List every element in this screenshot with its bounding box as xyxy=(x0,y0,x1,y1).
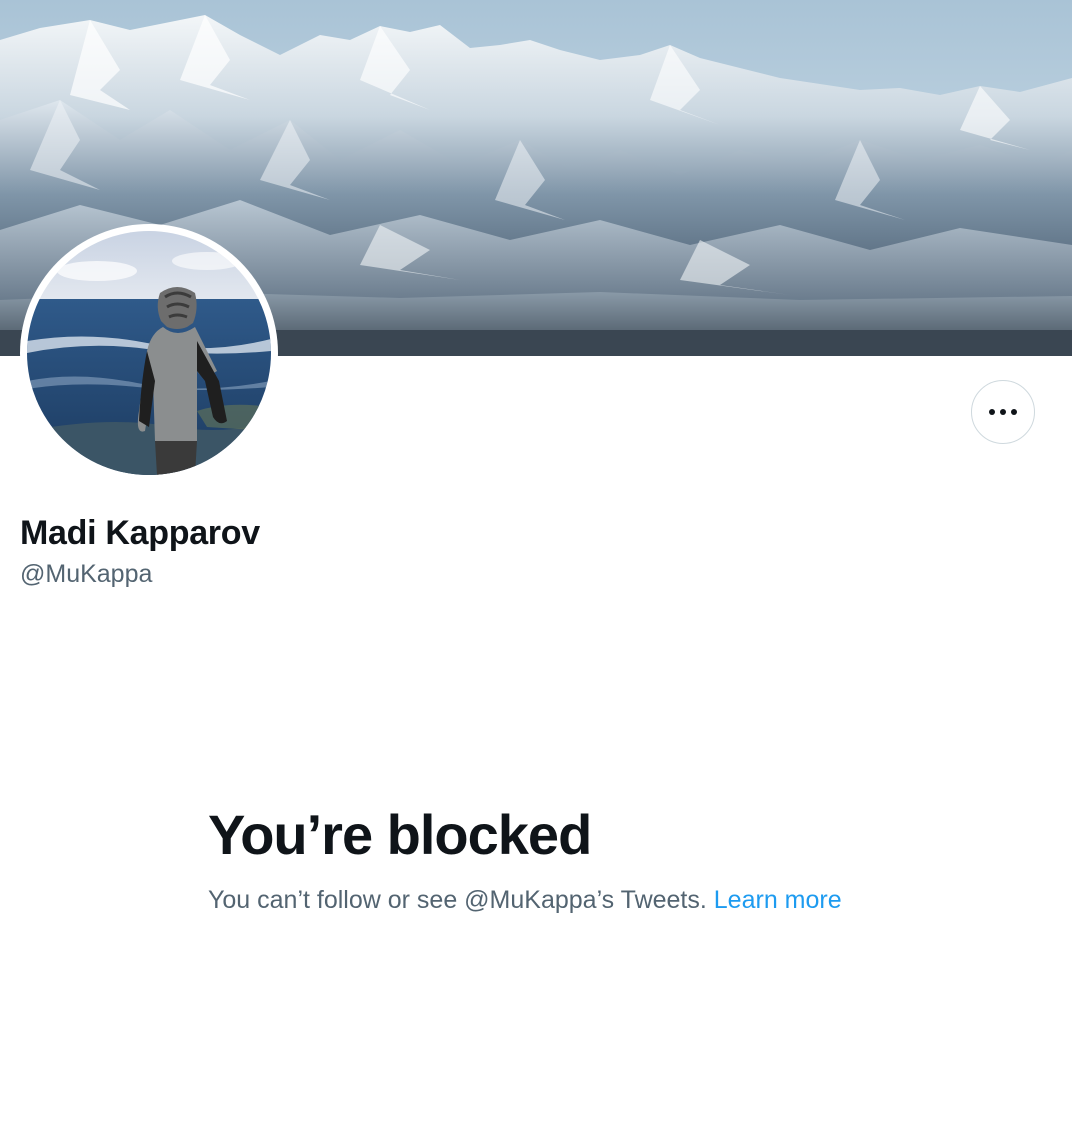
blocked-notice: You’re blocked You can’t follow or see @… xyxy=(208,798,848,918)
profile-avatar[interactable] xyxy=(20,224,278,482)
blocked-title: You’re blocked xyxy=(208,803,592,866)
learn-more-link[interactable]: Learn more xyxy=(714,886,842,914)
blocked-message-text: You can’t follow or see @MuKappa’s Tweet… xyxy=(208,886,707,914)
profile-display-name: Madi Kapparov xyxy=(20,514,260,552)
more-options-button[interactable] xyxy=(971,380,1035,444)
profile-page: Madi Kapparov @MuKappa You’re blocked Yo… xyxy=(0,0,1072,1128)
more-horizontal-icon xyxy=(989,409,1017,415)
blocked-message: You can’t follow or see @MuKappa’s Tweet… xyxy=(208,882,848,918)
avatar-photo xyxy=(27,231,271,475)
profile-handle: @MuKappa xyxy=(20,560,153,588)
